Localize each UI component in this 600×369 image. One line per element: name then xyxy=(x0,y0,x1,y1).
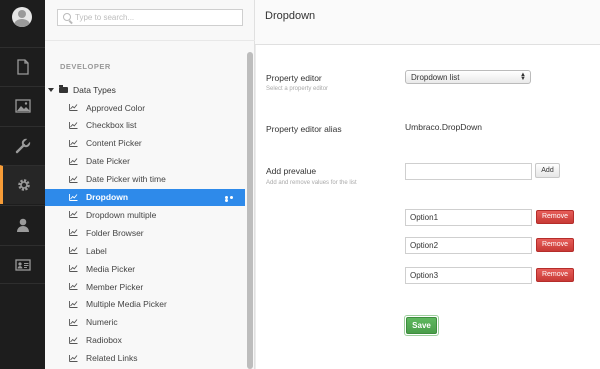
option-2-input[interactable] xyxy=(405,237,532,254)
tree-item[interactable]: Media Picker xyxy=(45,260,245,277)
tree-item[interactable]: Date Picker xyxy=(45,153,245,170)
editor-body: Property editor Select a property editor… xyxy=(255,45,600,369)
users-icon xyxy=(16,218,29,232)
alias-label: Property editor alias xyxy=(266,124,342,134)
section-users[interactable] xyxy=(0,205,45,244)
tree-item-label: Approved Color xyxy=(86,102,146,113)
property-editor-description: Select a property editor xyxy=(266,86,329,92)
tree-item-label: Multiple Media Picker xyxy=(86,299,167,310)
tree-root-data-types[interactable]: Data Types xyxy=(45,81,245,98)
tree-item[interactable]: Related Links xyxy=(45,350,245,367)
datatype-icon xyxy=(69,354,78,362)
page-title[interactable]: Dropdown xyxy=(265,10,315,22)
datatype-icon xyxy=(69,175,78,183)
caret-down-icon[interactable] xyxy=(48,87,54,92)
add-prevalue-button[interactable]: Add xyxy=(535,163,560,178)
tree-item[interactable]: Radiobox xyxy=(45,332,245,349)
tree-item[interactable]: Member Picker xyxy=(45,278,245,295)
datatype-icon xyxy=(69,121,78,129)
tree-root-label: Data Types xyxy=(73,84,116,95)
editor-panel: Dropdown Property editor Select a proper… xyxy=(255,0,600,369)
datatype-icon xyxy=(69,318,78,326)
tree-item-label: Dropdown xyxy=(86,192,129,202)
media-icon xyxy=(14,99,31,113)
tree-item-label: Checkbox list xyxy=(86,120,137,131)
search-input[interactable] xyxy=(75,11,235,24)
datatype-icon xyxy=(69,193,78,201)
settings-wrench-icon xyxy=(15,138,31,154)
tree-item[interactable]: Label xyxy=(45,242,245,259)
tree-item-label: Dropdown multiple xyxy=(86,209,157,220)
app-sections-bar xyxy=(0,0,45,369)
datatype-icon xyxy=(69,104,78,111)
tree-item-label: Media Picker xyxy=(86,263,136,274)
tree-item-label: Member Picker xyxy=(86,281,144,292)
datatype-icon xyxy=(69,336,78,344)
datatype-icon xyxy=(69,157,78,165)
property-editor-label: Property editor xyxy=(266,73,322,83)
tree-item-label: Label xyxy=(86,245,107,256)
section-developer[interactable] xyxy=(0,165,45,204)
tree-item[interactable]: Content Picker xyxy=(45,135,245,152)
section-content[interactable] xyxy=(0,47,45,86)
tree-panel: DEVELOPER Data Types Approved Color Check… xyxy=(45,0,255,369)
tree-item[interactable]: Dropdown xyxy=(45,188,245,206)
option-3-input[interactable] xyxy=(405,267,532,284)
option-1-input[interactable] xyxy=(405,209,532,226)
section-members[interactable] xyxy=(0,245,45,284)
tree-search-box[interactable] xyxy=(57,9,243,26)
datatype-icon xyxy=(69,229,78,237)
tree-scrollbar[interactable] xyxy=(247,52,253,369)
property-editor-selected-value: Dropdown list xyxy=(411,73,460,82)
tree-item-label: Date Picker with time xyxy=(86,174,166,185)
section-settings[interactable] xyxy=(0,126,45,165)
remove-option-2-button[interactable]: Remove xyxy=(536,238,574,252)
add-prevalue-label: Add prevalue xyxy=(266,166,317,176)
members-icon xyxy=(14,258,31,271)
datatype-icon xyxy=(69,247,78,255)
tree-item-label: Folder Browser xyxy=(86,227,144,238)
section-media[interactable] xyxy=(0,86,45,125)
datatype-icon xyxy=(69,139,78,147)
save-button[interactable]: Save xyxy=(406,317,437,334)
tree-item-label: Date Picker xyxy=(86,156,130,167)
select-arrows-icon: ▲ ▼ xyxy=(520,72,526,82)
developer-gear-icon xyxy=(18,179,30,191)
datatype-icon xyxy=(69,300,78,308)
datatype-icon xyxy=(69,211,78,219)
search-icon xyxy=(63,13,71,21)
add-prevalue-description: Add and remove values for the list xyxy=(266,180,357,186)
section-label: DEVELOPER xyxy=(60,62,111,71)
tree-item[interactable]: Checkbox list xyxy=(45,117,245,134)
datatype-icon xyxy=(69,283,78,290)
tree-item[interactable]: Numeric xyxy=(45,314,245,331)
remove-option-3-button[interactable]: Remove xyxy=(536,268,574,282)
tree-item[interactable]: Dropdown multiple xyxy=(45,206,245,223)
remove-option-1-button[interactable]: Remove xyxy=(536,210,574,224)
tree-item[interactable]: Date Picker with time xyxy=(45,171,245,188)
editor-card: Property editor Select a property editor… xyxy=(255,45,600,369)
tree-item-label: Radiobox xyxy=(86,335,122,346)
tree-item-label: Content Picker xyxy=(86,138,142,149)
datatype-icon xyxy=(69,265,78,273)
tree-item-label: Related Links xyxy=(86,353,138,364)
tree-item-label: Numeric xyxy=(86,317,118,328)
tree-item[interactable]: Multiple Media Picker xyxy=(45,296,245,313)
editor-header: Dropdown xyxy=(255,0,600,45)
content-icon xyxy=(16,59,29,75)
more-actions-icon[interactable] xyxy=(225,195,237,202)
alias-value: Umbraco.DropDown xyxy=(405,122,482,132)
tree-item[interactable]: Approved Color xyxy=(45,99,245,116)
tree-item[interactable]: Folder Browser xyxy=(45,224,245,241)
prevalue-input[interactable] xyxy=(405,163,532,180)
property-editor-select[interactable]: Dropdown list ▲ ▼ xyxy=(405,70,531,84)
folder-icon xyxy=(59,84,68,93)
user-avatar-icon[interactable] xyxy=(12,7,32,27)
